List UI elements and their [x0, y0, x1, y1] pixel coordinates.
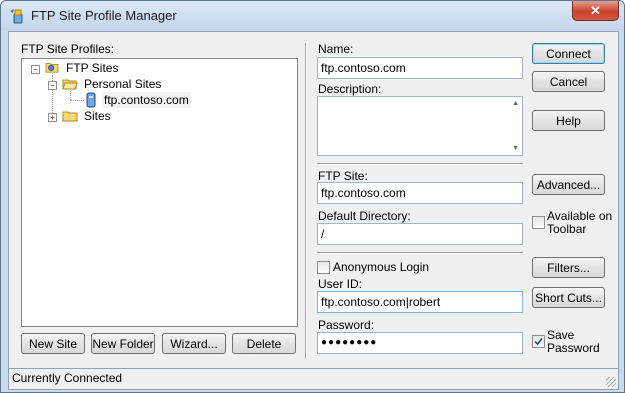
description-label: Description:: [318, 82, 382, 96]
connect-button[interactable]: Connect: [532, 43, 605, 64]
save-password-label: Save Password: [547, 328, 600, 355]
collapse-icon[interactable]: −: [48, 81, 57, 90]
name-label: Name:: [318, 42, 354, 56]
tree-node-ftp-sites[interactable]: FTP Sites: [66, 60, 118, 76]
dialog-client-area: FTP Site Profiles: − FTP Sites − Persona…: [8, 31, 619, 369]
expand-icon[interactable]: +: [48, 113, 57, 122]
title-bar: FTP Site Profile Manager ✕: [1, 1, 624, 30]
tree-node-ftp-contoso[interactable]: ftp.contoso.com: [102, 92, 191, 108]
status-text: Currently Connected: [12, 371, 123, 385]
tree-node-sites[interactable]: Sites: [84, 108, 111, 124]
folder-open-icon: [62, 79, 78, 90]
scroll-up-icon[interactable]: ▲: [512, 100, 519, 107]
help-button[interactable]: Help: [532, 110, 605, 131]
profiles-tree[interactable]: − FTP Sites − Personal Sites ftp.contoso…: [21, 58, 298, 327]
advanced-button[interactable]: Advanced...: [532, 174, 605, 195]
section-divider: [317, 163, 523, 164]
new-site-button[interactable]: New Site: [21, 333, 85, 354]
password-input[interactable]: ●●●●●●●●: [317, 332, 523, 354]
tree-line: [70, 91, 72, 100]
close-icon: ✕: [590, 2, 601, 18]
filters-button[interactable]: Filters...: [532, 257, 605, 278]
window-title: FTP Site Profile Manager: [31, 8, 177, 23]
shortcuts-button[interactable]: Short Cuts...: [532, 287, 605, 308]
anonymous-login-label: Anonymous Login: [333, 260, 430, 274]
wizard-button[interactable]: Wizard...: [162, 333, 226, 354]
default-directory-label: Default Directory:: [318, 209, 411, 223]
name-input[interactable]: [317, 57, 523, 79]
profiles-label: FTP Site Profiles:: [21, 42, 115, 56]
delete-button[interactable]: Delete: [232, 333, 296, 354]
cancel-button[interactable]: Cancel: [532, 71, 605, 92]
anonymous-login-checkbox[interactable]: [317, 261, 330, 274]
section-divider: [317, 252, 523, 253]
ftp-site-input[interactable]: [317, 182, 523, 204]
userid-label: User ID:: [318, 277, 363, 291]
userid-input[interactable]: [317, 291, 523, 313]
ftp-app-icon: [10, 9, 23, 24]
description-textarea[interactable]: ▲ ▼: [317, 96, 523, 156]
ftp-site-label: FTP Site:: [318, 169, 368, 183]
vertical-separator: [305, 43, 306, 358]
default-directory-input[interactable]: [317, 223, 523, 245]
resize-grip-icon[interactable]: [606, 377, 616, 387]
tree-line: [70, 100, 84, 102]
scroll-down-icon[interactable]: ▼: [512, 145, 519, 152]
available-toolbar-checkbox[interactable]: [532, 216, 545, 229]
save-password-checkbox[interactable]: [532, 335, 545, 348]
tree-node-personal-sites[interactable]: Personal Sites: [84, 76, 161, 92]
server-icon: [86, 92, 96, 108]
ftp-sites-root-icon: [45, 63, 59, 73]
folder-icon: [62, 111, 78, 122]
status-bar: Currently Connected: [8, 368, 619, 390]
checkmark-icon: [534, 337, 543, 346]
password-label: Password:: [318, 318, 375, 332]
collapse-icon[interactable]: −: [31, 65, 40, 74]
new-folder-button[interactable]: New Folder: [91, 333, 155, 354]
ftp-profile-manager-window: FTP Site Profile Manager ✕ FTP Site Prof…: [0, 0, 625, 393]
close-button[interactable]: ✕: [572, 1, 619, 21]
available-toolbar-label: Available on Toolbar: [547, 209, 613, 236]
